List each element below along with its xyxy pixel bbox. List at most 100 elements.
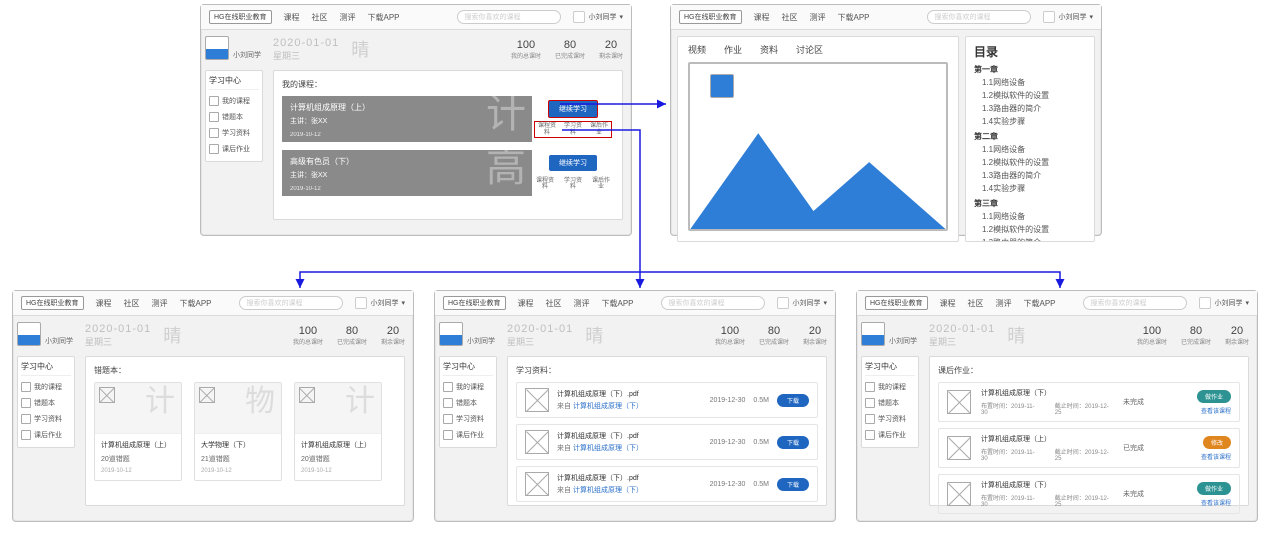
- sidebar-item-notebook[interactable]: 错题本: [21, 395, 71, 411]
- user-menu[interactable]: 小刘同学 ▾: [1043, 11, 1093, 23]
- search-input[interactable]: 搜索你喜欢的课程: [927, 10, 1031, 24]
- continue-button[interactable]: 继续学习: [548, 100, 598, 118]
- search-input[interactable]: 搜索你喜欢的课程: [457, 10, 561, 24]
- search-input[interactable]: 搜索你喜欢的课程: [239, 296, 343, 310]
- toc-section[interactable]: 1.1网络设备: [982, 211, 1086, 222]
- toc-section[interactable]: 1.1网络设备: [982, 77, 1086, 88]
- course-thumb[interactable]: 计 计算机组成原理（上） 主讲：张XX 2019-10-12: [282, 96, 532, 142]
- continue-button[interactable]: 继续学习: [549, 155, 597, 171]
- sidebar-item-courses[interactable]: 我的课程: [209, 93, 259, 109]
- search-placeholder: 搜索你喜欢的课程: [1090, 298, 1146, 308]
- nav-download[interactable]: 下载APP: [602, 298, 634, 309]
- nav-test[interactable]: 测评: [810, 12, 826, 23]
- sidebar-item-notebook[interactable]: 错题本: [443, 395, 493, 411]
- download-button[interactable]: 下载: [777, 436, 809, 449]
- toc-section[interactable]: 1.3路由器的简介: [982, 237, 1086, 242]
- nav-test[interactable]: 测评: [574, 298, 590, 309]
- sidebar-item-resources[interactable]: 学习资料: [443, 411, 493, 427]
- sidebar-item-homework[interactable]: 课后作业: [209, 141, 259, 157]
- mini-homework[interactable]: 课后作业: [589, 123, 609, 136]
- sidebar-item-notebook[interactable]: 错题本: [865, 395, 915, 411]
- sidebar-item-homework[interactable]: 课后作业: [21, 427, 71, 443]
- sidebar-item-courses[interactable]: 我的课程: [21, 379, 71, 395]
- sidebar-item-homework[interactable]: 课后作业: [865, 427, 915, 443]
- nav-courses[interactable]: 课程: [940, 298, 956, 309]
- nav-download[interactable]: 下载APP: [368, 12, 400, 23]
- toc-chapter[interactable]: 第一章: [974, 64, 1086, 75]
- sidebar-item-resources[interactable]: 学习资料: [865, 411, 915, 427]
- toc-section[interactable]: 1.3路由器的简介: [982, 170, 1086, 181]
- doc-icon: [21, 414, 31, 424]
- tab-discussion[interactable]: 讨论区: [796, 43, 823, 56]
- nav-test[interactable]: 测评: [152, 298, 168, 309]
- nav-download[interactable]: 下载APP: [180, 298, 212, 309]
- sidebar-item-resources[interactable]: 学习资料: [21, 411, 71, 427]
- search-input[interactable]: 搜索你喜欢的课程: [1083, 296, 1187, 310]
- user-menu[interactable]: 小刘同学▾: [355, 297, 405, 309]
- nav-community[interactable]: 社区: [546, 298, 562, 309]
- nav-courses[interactable]: 课程: [96, 298, 112, 309]
- toc-section[interactable]: 1.4实验步骤: [982, 116, 1086, 127]
- search-input[interactable]: 搜索你喜欢的课程: [661, 296, 765, 310]
- toc-chapter[interactable]: 第三章: [974, 198, 1086, 209]
- nav-community[interactable]: 社区: [124, 298, 140, 309]
- nav-community[interactable]: 社区: [312, 12, 328, 23]
- notebook-card[interactable]: 物大学物理（下）21道错题2019-10-12: [194, 382, 282, 481]
- homework-action-button[interactable]: 做作业: [1197, 482, 1231, 495]
- toc-section[interactable]: 1.3路由器的简介: [982, 103, 1086, 114]
- toc-section[interactable]: 1.2模拟软件的设置: [982, 224, 1086, 235]
- homework-action-button[interactable]: 做作业: [1197, 390, 1231, 403]
- resource-course-link[interactable]: 计算机组成原理（下）: [573, 403, 643, 410]
- toc-section[interactable]: 1.2模拟软件的设置: [982, 90, 1086, 101]
- sidebar-item-homework[interactable]: 课后作业: [443, 427, 493, 443]
- nav-courses[interactable]: 课程: [518, 298, 534, 309]
- nav-download[interactable]: 下载APP: [1024, 298, 1056, 309]
- toc-chapter[interactable]: 第二章: [974, 131, 1086, 142]
- resource-course-link[interactable]: 计算机组成原理（下）: [573, 487, 643, 494]
- sidebar-item-courses[interactable]: 我的课程: [443, 379, 493, 395]
- tab-resources[interactable]: 资料: [760, 43, 778, 56]
- logo[interactable]: HG在线职业教育: [679, 10, 742, 24]
- user-menu[interactable]: 小刘同学 ▾: [573, 11, 623, 23]
- mini-materials[interactable]: 课程资料: [537, 123, 557, 136]
- nav-courses[interactable]: 课程: [284, 12, 300, 23]
- sidebar-item-courses[interactable]: 我的课程: [865, 379, 915, 395]
- video-player[interactable]: [688, 62, 948, 231]
- resource-course-link[interactable]: 计算机组成原理（下）: [573, 445, 643, 452]
- sidebar-item-notebook[interactable]: 错题本: [209, 109, 259, 125]
- toc-section[interactable]: 1.1网络设备: [982, 144, 1086, 155]
- view-course-link[interactable]: 查看该课程: [1201, 452, 1231, 461]
- download-button[interactable]: 下载: [777, 478, 809, 491]
- user-name: 小刘同学: [588, 12, 616, 22]
- search-placeholder: 搜索你喜欢的课程: [934, 12, 990, 22]
- nav-courses[interactable]: 课程: [754, 12, 770, 23]
- user-menu[interactable]: 小刘同学▾: [777, 297, 827, 309]
- mini-materials[interactable]: 课程资料: [534, 178, 556, 191]
- sidebar-item-resources[interactable]: 学习资料: [209, 125, 259, 141]
- logo[interactable]: HG在线职业教育: [865, 296, 928, 310]
- logo[interactable]: HG在线职业教育: [443, 296, 506, 310]
- view-course-link[interactable]: 查看该课程: [1201, 498, 1231, 507]
- toc-section[interactable]: 1.4实验步骤: [982, 183, 1086, 194]
- tab-homework[interactable]: 作业: [724, 43, 742, 56]
- homework-action-button[interactable]: 修改: [1203, 436, 1231, 449]
- course-thumb[interactable]: 高 高级有色员（下） 主讲：张XX 2019-10-12: [282, 150, 532, 196]
- nav-test[interactable]: 测评: [340, 12, 356, 23]
- mini-resources[interactable]: 学习资料: [563, 123, 583, 136]
- notebook-card[interactable]: 计计算机组成原理（上）20道错题2019-10-12: [94, 382, 182, 481]
- user-menu[interactable]: 小刘同学▾: [1199, 297, 1249, 309]
- download-button[interactable]: 下载: [777, 394, 809, 407]
- nav-community[interactable]: 社区: [782, 12, 798, 23]
- mini-resources[interactable]: 学习资料: [562, 178, 584, 191]
- nav-test[interactable]: 测评: [996, 298, 1012, 309]
- user-name: 小刘同学: [792, 298, 820, 308]
- nav-community[interactable]: 社区: [968, 298, 984, 309]
- toc-section[interactable]: 1.2模拟软件的设置: [982, 157, 1086, 168]
- tab-video[interactable]: 视频: [688, 43, 706, 56]
- view-course-link[interactable]: 查看该课程: [1201, 406, 1231, 415]
- logo[interactable]: HG在线职业教育: [21, 296, 84, 310]
- logo[interactable]: HG在线职业教育: [209, 10, 272, 24]
- notebook-card[interactable]: 计计算机组成原理（上）20道错题2019-10-12: [294, 382, 382, 481]
- mini-homework[interactable]: 课后作业: [590, 178, 612, 191]
- nav-download[interactable]: 下载APP: [838, 12, 870, 23]
